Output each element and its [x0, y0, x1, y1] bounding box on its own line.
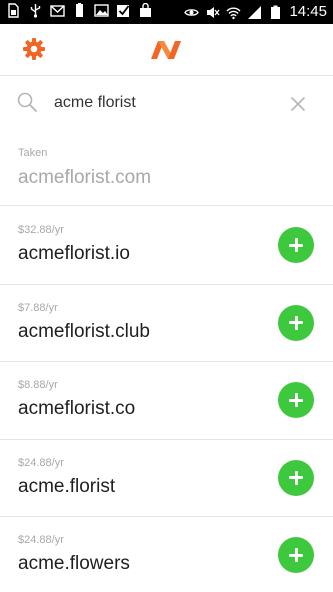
sim-card-icon: [8, 3, 19, 18]
domain-name: acmeflorist.club: [18, 320, 150, 342]
add-to-cart-button[interactable]: [278, 304, 314, 341]
add-to-cart-button[interactable]: [278, 459, 314, 496]
list-item: $8.88/yr acmeflorist.co: [0, 362, 333, 440]
list-item: $24.88/yr acme.florist: [0, 440, 333, 517]
status-bar-system: 14:45: [184, 2, 327, 22]
status-bar-notifications: [6, 3, 153, 18]
search-input[interactable]: [54, 91, 274, 115]
gear-icon[interactable]: [22, 37, 46, 61]
list-item: $32.88/yr acmeflorist.io: [0, 207, 333, 285]
domain-name: acme.flowers: [18, 553, 130, 574]
domain-name: acmeflorist.co: [18, 398, 136, 419]
domain-name: acmeflorist.io: [18, 243, 130, 264]
battery-icon: [271, 5, 281, 19]
signal-icon: [248, 5, 262, 19]
wifi-icon: [226, 7, 241, 19]
results-list: $32.88/yr acmeflorist.io $7.88/yr acmefl…: [0, 207, 333, 592]
search-bar: [0, 77, 333, 129]
list-item: $7.88/yr acmeflorist.club: [0, 285, 333, 362]
domain-price: $24.88/yr: [18, 456, 64, 469]
status-bar: 14:45: [0, 0, 333, 24]
domain-name: acme.florist: [18, 475, 116, 497]
usb-icon: [30, 4, 41, 18]
close-icon[interactable]: [290, 96, 306, 112]
list-item: $24.88/yr acme.flowers: [0, 517, 333, 592]
domain-price: $8.88/yr: [18, 379, 58, 391]
domain-price: $32.88/yr: [18, 224, 64, 236]
domain-price: $24.88/yr: [18, 534, 64, 546]
taken-domain-row: Taken acmeflorist.com: [0, 140, 333, 206]
domain-price: $7.88/yr: [18, 301, 58, 314]
search-icon: [17, 92, 37, 112]
app-header: [0, 24, 333, 76]
gmail-icon: [50, 5, 65, 17]
clock-time: 14:45: [289, 3, 327, 20]
add-to-cart-button[interactable]: [278, 537, 314, 573]
taken-label: Taken: [18, 147, 48, 159]
mute-icon: [207, 6, 220, 18]
shopping-bag-icon: [140, 3, 151, 17]
battery-app-icon: [76, 3, 83, 17]
add-to-cart-button[interactable]: [278, 382, 314, 418]
namecheap-logo-icon: [151, 41, 181, 59]
eye-icon: [184, 8, 200, 16]
checkbox-icon: [117, 5, 130, 17]
taken-domain-name: acmeflorist.com: [18, 167, 152, 188]
image-icon: [94, 4, 109, 17]
add-to-cart-button[interactable]: [278, 227, 314, 263]
